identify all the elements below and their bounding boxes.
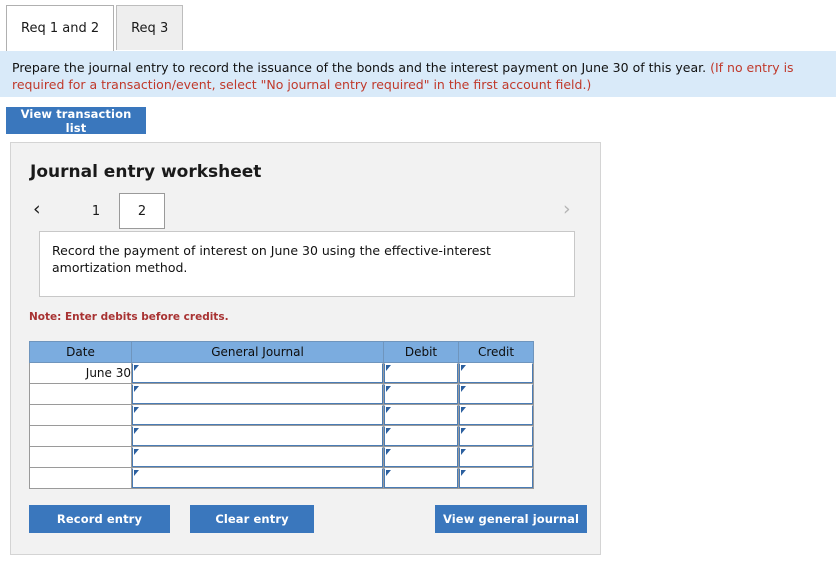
cell-credit[interactable]	[458, 425, 534, 447]
cell-general-journal[interactable]	[131, 404, 384, 426]
clear-entry-button[interactable]: Clear entry	[190, 505, 314, 533]
cell-credit[interactable]	[458, 404, 534, 426]
tab-req-1-and-2-label: Req 1 and 2	[21, 21, 100, 36]
instruction-text: Prepare the journal entry to record the …	[12, 60, 707, 75]
debit-input[interactable]	[384, 468, 458, 488]
cell-general-journal[interactable]	[131, 467, 384, 489]
tab-req-3[interactable]: Req 3	[116, 5, 184, 51]
worksheet-page-2[interactable]: 2	[119, 193, 165, 229]
chevron-right-icon[interactable]: ›	[563, 195, 571, 223]
cell-general-journal[interactable]	[131, 446, 384, 468]
credit-input[interactable]	[459, 426, 533, 446]
general-journal-input[interactable]	[132, 405, 383, 425]
general-journal-input[interactable]	[132, 384, 383, 404]
debit-input[interactable]	[384, 405, 458, 425]
worksheet-pager: ‹ 1 2 ›	[25, 193, 588, 230]
view-transaction-list-button[interactable]: View transaction list	[6, 107, 146, 135]
page-title: Journal entry worksheet	[30, 162, 262, 182]
cell-debit[interactable]	[383, 467, 459, 489]
table-row	[29, 404, 534, 426]
credit-input[interactable]	[459, 447, 533, 467]
tab-req-1-and-2[interactable]: Req 1 and 2	[6, 5, 115, 51]
debit-input[interactable]	[384, 363, 458, 383]
column-header-debit: Debit	[383, 341, 459, 363]
chevron-left-icon[interactable]: ‹	[33, 195, 41, 223]
cell-credit[interactable]	[458, 362, 534, 384]
cell-debit[interactable]	[383, 362, 459, 384]
credit-input[interactable]	[459, 363, 533, 383]
tab-list: Req 1 and 2 Req 3	[6, 5, 184, 51]
debit-input[interactable]	[384, 384, 458, 404]
table-row	[29, 425, 534, 447]
general-journal-input[interactable]	[132, 363, 383, 383]
general-journal-input[interactable]	[132, 447, 383, 467]
cell-general-journal[interactable]	[131, 362, 384, 384]
table-row: June 30	[29, 362, 534, 384]
table-row	[29, 383, 534, 405]
column-header-date: Date	[29, 341, 132, 363]
cell-date[interactable]	[29, 404, 132, 426]
view-general-journal-button[interactable]: View general journal	[435, 505, 587, 533]
journal-entry-worksheet-panel: Journal entry worksheet ‹ 1 2 › Record t…	[10, 142, 601, 555]
cell-debit[interactable]	[383, 404, 459, 426]
cell-date[interactable]	[29, 467, 132, 489]
cell-credit[interactable]	[458, 446, 534, 468]
cell-general-journal[interactable]	[131, 383, 384, 405]
cell-date[interactable]: June 30	[29, 362, 132, 384]
tab-req-3-label: Req 3	[131, 21, 169, 36]
credit-input[interactable]	[459, 405, 533, 425]
cell-credit[interactable]	[458, 467, 534, 489]
general-journal-input[interactable]	[132, 468, 383, 488]
record-entry-button[interactable]: Record entry	[29, 505, 170, 533]
credit-input[interactable]	[459, 468, 533, 488]
journal-table-container: Date General Journal Debit Credit June 3…	[29, 341, 534, 489]
general-journal-input[interactable]	[132, 426, 383, 446]
cell-debit[interactable]	[383, 425, 459, 447]
journal-entry-table: Date General Journal Debit Credit June 3…	[29, 341, 534, 489]
cell-general-journal[interactable]	[131, 425, 384, 447]
debit-input[interactable]	[384, 447, 458, 467]
worksheet-page-1[interactable]: 1	[73, 193, 119, 229]
table-header-row: Date General Journal Debit Credit	[29, 341, 534, 363]
debit-input[interactable]	[384, 426, 458, 446]
cell-credit[interactable]	[458, 383, 534, 405]
debits-before-credits-note: Note: Enter debits before credits.	[29, 311, 229, 323]
instruction-banner: Prepare the journal entry to record the …	[0, 51, 836, 97]
cell-date[interactable]	[29, 446, 132, 468]
table-row	[29, 467, 534, 489]
cell-debit[interactable]	[383, 383, 459, 405]
cell-debit[interactable]	[383, 446, 459, 468]
cell-date[interactable]	[29, 383, 132, 405]
column-header-general-journal: General Journal	[131, 341, 384, 363]
worksheet-description: Record the payment of interest on June 3…	[39, 231, 575, 297]
credit-input[interactable]	[459, 384, 533, 404]
column-header-credit: Credit	[458, 341, 534, 363]
tab-strip: Req 1 and 2 Req 3	[0, 0, 836, 51]
cell-date[interactable]	[29, 425, 132, 447]
table-row	[29, 446, 534, 468]
